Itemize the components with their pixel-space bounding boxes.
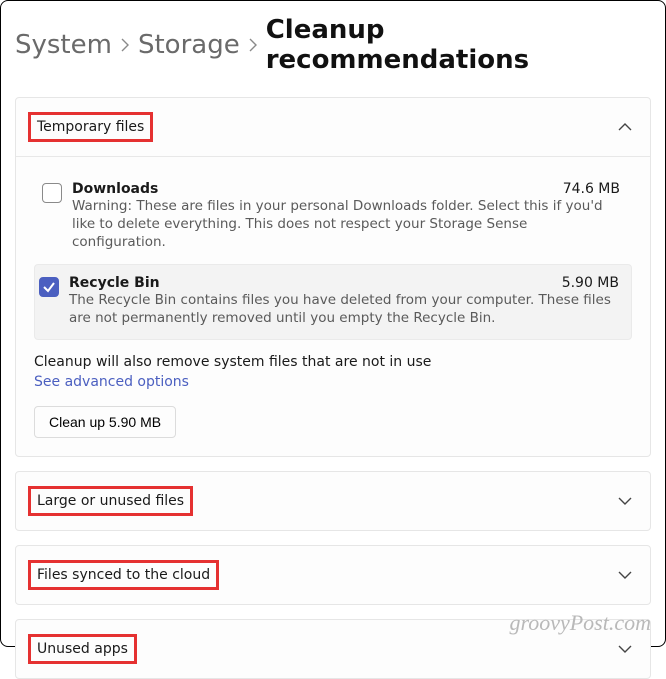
cleanup-item-recycle-bin: Recycle Bin 5.90 MB The Recycle Bin cont… [34,264,632,340]
section-body: Downloads 74.6 MB Warning: These are fil… [16,156,650,456]
item-description: The Recycle Bin contains files you have … [69,291,619,327]
chevron-down-icon [618,496,632,506]
section-header-temporary[interactable]: Temporary files [16,98,650,156]
section-unused-apps: Unused apps [15,619,651,679]
advanced-options-link[interactable]: See advanced options [34,374,189,390]
checkbox-recycle-bin[interactable] [39,277,59,297]
chevron-up-icon [618,122,632,132]
item-size: 5.90 MB [562,275,619,291]
section-temporary-files: Temporary files Downloads 74.6 MB Warnin… [15,97,651,457]
page-title: Cleanup recommendations [266,15,651,75]
chevron-right-icon [120,38,130,52]
breadcrumb-storage[interactable]: Storage [138,30,240,60]
chevron-right-icon [248,38,258,52]
item-title: Recycle Bin [69,275,160,291]
section-title: Unused apps [37,641,128,657]
item-description: Warning: These are files in your persona… [72,197,620,252]
item-title: Downloads [72,181,158,197]
section-header-synced[interactable]: Files synced to the cloud [16,546,650,604]
cleanup-item-downloads: Downloads 74.6 MB Warning: These are fil… [34,171,632,264]
section-title: Files synced to the cloud [37,567,210,583]
breadcrumb: System Storage Cleanup recommendations [15,15,651,75]
chevron-down-icon [618,570,632,580]
section-title: Large or unused files [37,493,184,509]
cleanup-button[interactable]: Clean up 5.90 MB [34,406,176,438]
cleanup-note: Cleanup will also remove system files th… [34,354,632,370]
chevron-down-icon [618,644,632,654]
section-large-unused-files: Large or unused files [15,471,651,531]
section-header-large[interactable]: Large or unused files [16,472,650,530]
section-header-unused[interactable]: Unused apps [16,620,650,678]
checkbox-downloads[interactable] [42,183,62,203]
section-files-synced-cloud: Files synced to the cloud [15,545,651,605]
item-size: 74.6 MB [563,181,620,197]
section-title: Temporary files [37,119,144,135]
divider [16,156,650,157]
breadcrumb-system[interactable]: System [15,30,112,60]
